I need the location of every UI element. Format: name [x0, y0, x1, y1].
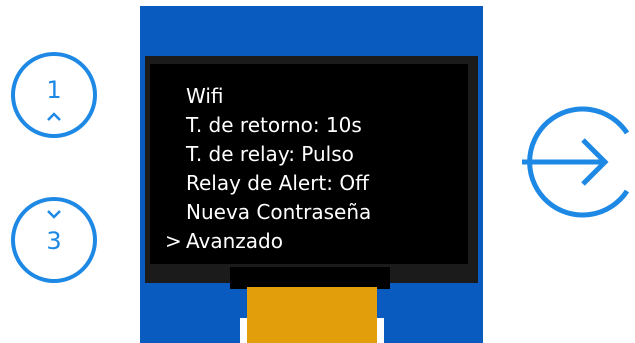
menu-item-relay-time[interactable]: T. de relay: Pulso — [165, 140, 371, 169]
menu-item-label: Nueva Contraseña — [186, 200, 372, 224]
settings-menu: Wifi T. de retorno: 10s T. de relay: Pul… — [165, 82, 371, 256]
menu-item-return-time[interactable]: T. de retorno: 10s — [165, 111, 371, 140]
chevron-down-icon — [47, 210, 61, 219]
up-button[interactable]: 1 — [9, 50, 99, 140]
selection-cursor: > — [165, 229, 182, 253]
enter-button[interactable] — [519, 103, 635, 219]
up-button-number: 1 — [46, 76, 62, 104]
down-button-number: 3 — [46, 227, 62, 255]
menu-item-alert-relay[interactable]: Relay de Alert: Off — [165, 169, 371, 198]
display-connector — [230, 267, 390, 289]
down-button[interactable]: 3 — [9, 195, 99, 285]
menu-item-advanced[interactable]: > Avanzado — [165, 227, 371, 256]
flex-ribbon-cable — [247, 287, 377, 343]
menu-item-new-password[interactable]: Nueva Contraseña — [165, 198, 371, 227]
menu-item-label: Avanzado — [186, 229, 283, 253]
chevron-up-icon — [47, 112, 61, 121]
menu-item-wifi[interactable]: Wifi — [165, 82, 371, 111]
menu-item-label: T. de retorno: 10s — [186, 113, 362, 137]
menu-item-label: Wifi — [186, 84, 224, 108]
menu-item-label: T. de relay: Pulso — [186, 142, 354, 166]
menu-item-label: Relay de Alert: Off — [186, 171, 369, 195]
arrow-right-icon — [522, 106, 630, 218]
